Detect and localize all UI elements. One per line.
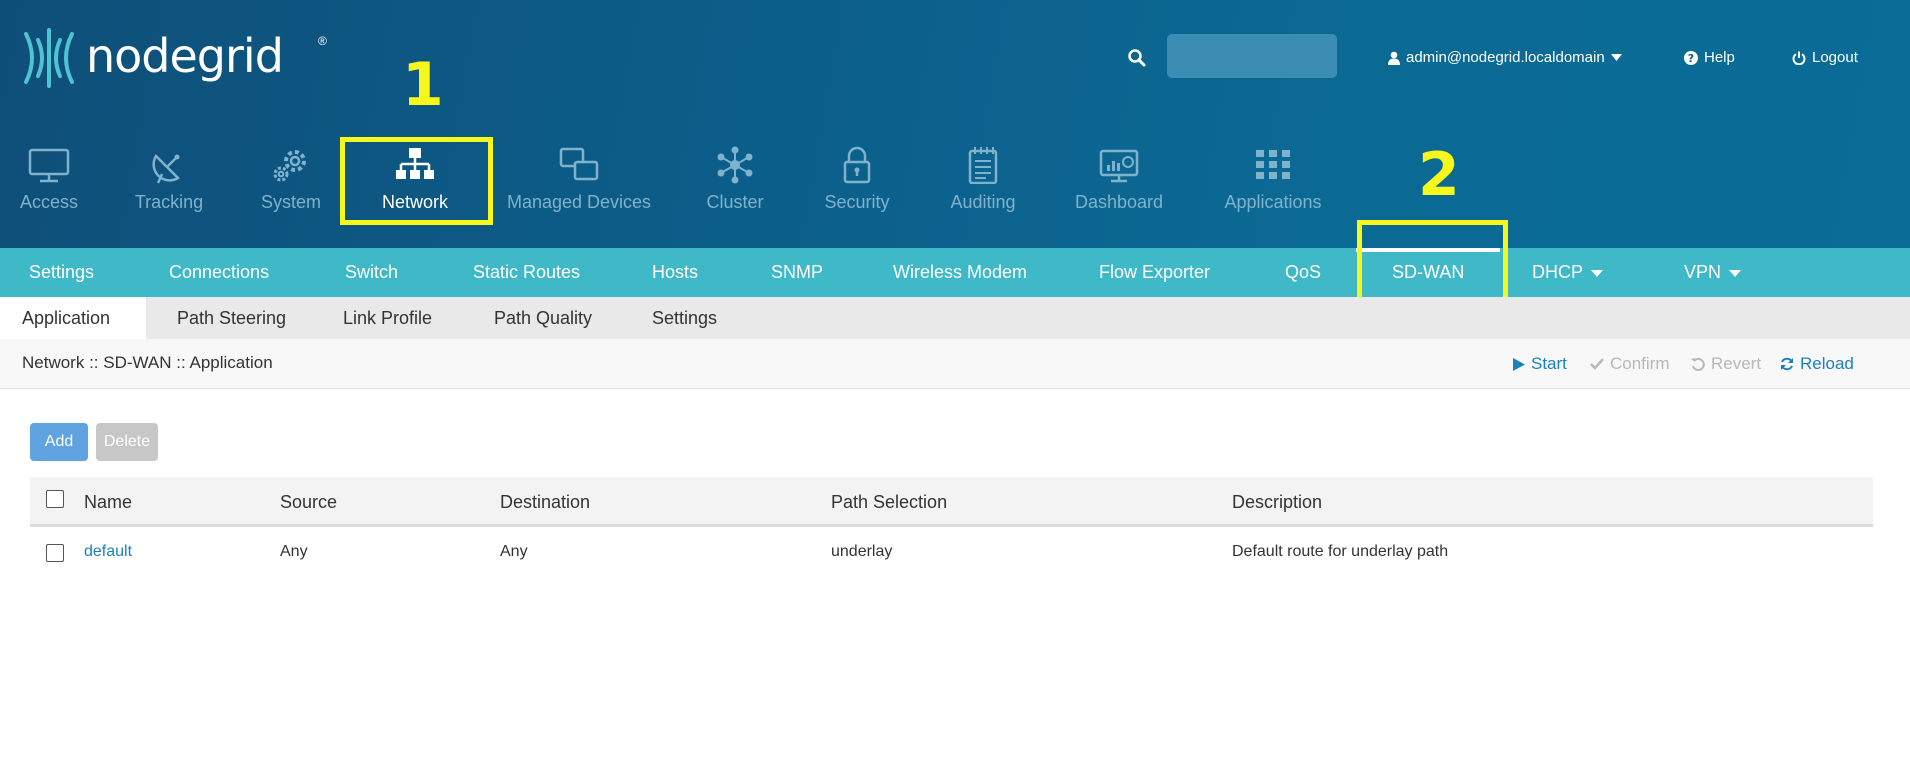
lock-icon (843, 146, 871, 184)
nav-label: Dashboard (1074, 192, 1164, 212)
notepad-icon (968, 147, 998, 184)
search-input[interactable] (1167, 34, 1337, 78)
undo-icon (1691, 358, 1705, 371)
column-header-source[interactable]: Source (280, 477, 337, 527)
table-row: default Any Any underlay Default route f… (30, 527, 1873, 577)
column-header-destination[interactable]: Destination (500, 477, 590, 527)
subnav-dhcp[interactable]: DHCP (1532, 248, 1604, 297)
subnav-qos[interactable]: QoS (1285, 248, 1321, 297)
column-header-description[interactable]: Description (1232, 477, 1322, 527)
subnav-wireless-modem[interactable]: Wireless Modem (893, 248, 1027, 297)
row-destination: Any (500, 543, 528, 560)
help-link[interactable]: ? Help (1684, 49, 1735, 66)
main-nav: Access Tracking System Network Managed D… (0, 146, 1910, 216)
callout-box-network (340, 137, 493, 225)
play-icon (1513, 357, 1525, 371)
nav-managed-devices[interactable]: Managed Devices (504, 146, 654, 213)
logout-label: Logout (1812, 49, 1858, 66)
application-table: Name Source Destination Path Selection D… (30, 477, 1873, 577)
revert-label: Revert (1711, 354, 1762, 373)
start-button[interactable]: Start (1513, 354, 1567, 374)
nodegrid-logo[interactable]: nodegrid ® (18, 26, 327, 90)
help-label: Help (1704, 49, 1735, 66)
grid-icon (1256, 150, 1290, 179)
user-label: admin@nodegrid.localdomain (1406, 49, 1605, 66)
svg-text:?: ? (1688, 52, 1694, 65)
column-header-path-selection[interactable]: Path Selection (831, 477, 947, 527)
row-name-link[interactable]: default (84, 527, 132, 577)
sub-nav: Settings Connections Switch Static Route… (0, 248, 1910, 297)
nav-label: Tracking (134, 192, 204, 212)
help-icon: ? (1684, 50, 1698, 65)
satellite-dish-icon (152, 153, 181, 184)
nav-label: Auditing (950, 192, 1016, 212)
row-source: Any (280, 543, 308, 560)
callout-number-2: 2 (1418, 140, 1460, 210)
row-path-selection: underlay (831, 543, 893, 560)
chevron-down-icon (1591, 269, 1604, 277)
nodegrid-logo-icon (24, 28, 74, 88)
confirm-button[interactable]: Confirm (1590, 354, 1670, 374)
tab-application[interactable]: Application (0, 297, 146, 339)
user-menu[interactable]: admin@nodegrid.localdomain (1388, 49, 1622, 66)
callout-number-1: 1 (402, 50, 444, 120)
logo-text: nodegrid (86, 29, 284, 83)
table-header: Name Source Destination Path Selection D… (30, 477, 1873, 527)
breadcrumb-bar: Network :: SD-WAN :: Application Start C… (0, 339, 1910, 389)
add-button[interactable]: Add (30, 423, 88, 461)
nav-dashboard[interactable]: Dashboard (1044, 146, 1194, 213)
devices-icon (559, 147, 599, 181)
refresh-icon (1781, 357, 1793, 371)
nav-applications[interactable]: Applications (1198, 146, 1348, 213)
nav-label: Security (824, 192, 890, 212)
row-checkbox[interactable] (46, 544, 64, 562)
subnav-flow-exporter[interactable]: Flow Exporter (1099, 248, 1210, 297)
chevron-down-icon (1610, 54, 1622, 61)
row-description: Default route for underlay path (1232, 543, 1449, 560)
chevron-down-icon (1729, 269, 1742, 277)
confirm-label: Confirm (1610, 354, 1670, 373)
nav-label: Applications (1224, 192, 1322, 212)
tab-settings[interactable]: Settings (652, 297, 717, 339)
nav-auditing[interactable]: Auditing (908, 146, 1058, 213)
logout-link[interactable]: Logout (1792, 49, 1858, 66)
subnav-switch[interactable]: Switch (345, 248, 398, 297)
tab-path-quality[interactable]: Path Quality (494, 297, 592, 339)
tab-path-steering[interactable]: Path Steering (177, 297, 286, 339)
power-icon (1792, 51, 1806, 65)
select-all-checkbox[interactable] (46, 490, 64, 508)
gears-icon (273, 150, 306, 182)
dashboard-icon (1099, 149, 1139, 183)
nav-label: Access (19, 192, 79, 212)
revert-button[interactable]: Revert (1691, 354, 1761, 374)
delete-button[interactable]: Delete (96, 423, 158, 461)
check-icon (1590, 358, 1604, 370)
subnav-settings[interactable]: Settings (29, 248, 94, 297)
subnav-snmp[interactable]: SNMP (771, 248, 823, 297)
nav-label: Cluster (706, 192, 764, 212)
subnav-hosts[interactable]: Hosts (652, 248, 698, 297)
user-icon (1388, 51, 1400, 65)
subnav-connections[interactable]: Connections (169, 248, 269, 297)
subnav-vpn[interactable]: VPN (1684, 248, 1742, 297)
tab-link-profile[interactable]: Link Profile (343, 297, 432, 339)
nav-label: Managed Devices (506, 192, 652, 212)
breadcrumb: Network :: SD-WAN :: Application (22, 353, 273, 372)
subnav-static-routes[interactable]: Static Routes (473, 248, 580, 297)
app-header: nodegrid ® admin@nodegrid.localdomain ? … (0, 0, 1910, 248)
registered-mark: ® (318, 34, 327, 48)
tab-bar: Application Path Steering Link Profile P… (0, 297, 1910, 339)
reload-button[interactable]: Reload (1780, 354, 1854, 374)
cluster-icon (717, 146, 753, 184)
callout-box-sd-wan (1357, 220, 1508, 306)
start-label: Start (1531, 354, 1567, 373)
column-header-name[interactable]: Name (84, 477, 132, 527)
nav-label: System (260, 192, 321, 212)
monitor-icon (28, 148, 70, 183)
reload-label: Reload (1800, 354, 1854, 373)
search-icon[interactable] (1127, 48, 1147, 68)
